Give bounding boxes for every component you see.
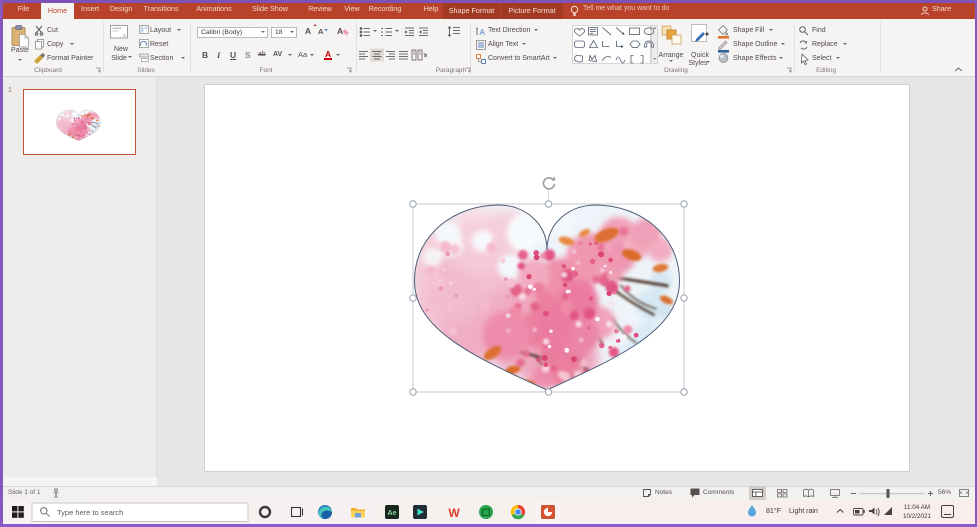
svg-text:W: W (448, 506, 460, 520)
svg-text:Ae: Ae (388, 510, 397, 517)
svg-text:A: A (480, 28, 486, 37)
